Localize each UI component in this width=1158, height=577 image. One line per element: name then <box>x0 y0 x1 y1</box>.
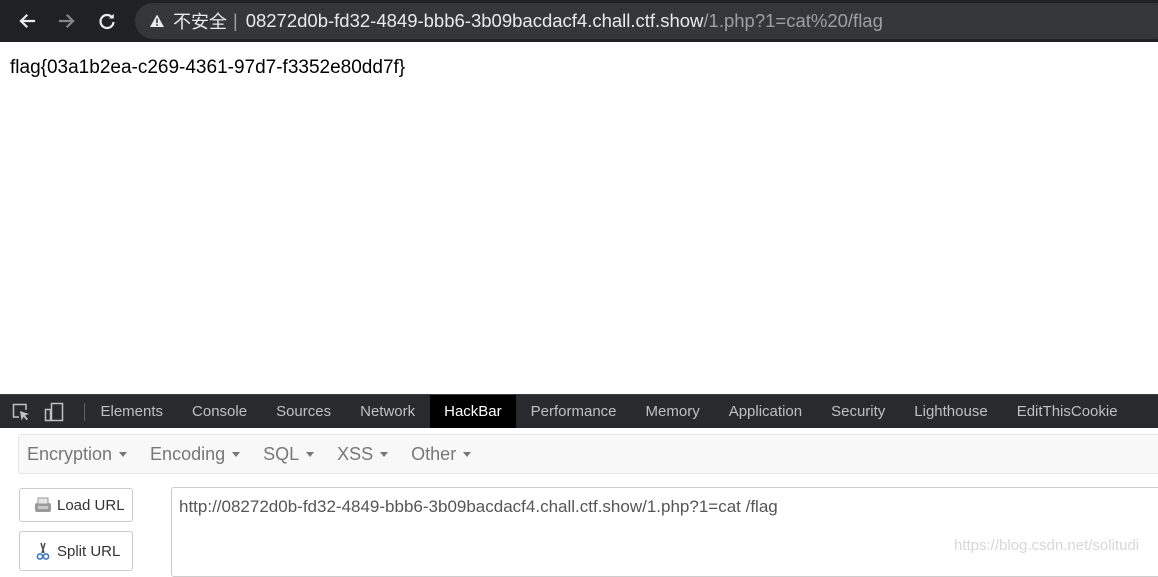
menu-encoding[interactable]: Encoding <box>142 444 252 465</box>
caret-down-icon <box>306 451 315 457</box>
hackbar-menu: Encryption Encoding SQL XSS Other <box>18 434 1158 474</box>
tab-elements[interactable]: Elements <box>86 395 178 428</box>
url-path: /1.php?1=cat%20/flag <box>703 10 883 31</box>
tab-sources[interactable]: Sources <box>262 395 346 428</box>
tab-network[interactable]: Network <box>346 395 430 428</box>
warning-icon <box>149 13 165 29</box>
tab-application[interactable]: Application <box>714 395 816 428</box>
split-url-button[interactable]: Split URL <box>19 531 133 571</box>
devtools-tabs: Elements Console Sources Network HackBar… <box>86 395 1132 428</box>
menu-sql[interactable]: SQL <box>255 444 326 465</box>
devtools-toolbar: Elements Console Sources Network HackBar… <box>0 394 1158 428</box>
address-bar[interactable]: 不安全 | 08272d0b-fd32-4849-bbb6-3b09bacdac… <box>135 3 1158 39</box>
reload-button[interactable] <box>91 5 123 37</box>
device-toolbar-button[interactable] <box>44 402 64 422</box>
menu-xss[interactable]: XSS <box>329 444 400 465</box>
tab-console[interactable]: Console <box>178 395 262 428</box>
toolbar-divider <box>84 403 85 421</box>
page-body-text: flag{03a1b2ea-c269-4361-97d7-f3352e80dd7… <box>10 57 406 78</box>
inspect-element-button[interactable] <box>11 402 31 422</box>
url-host: 08272d0b-fd32-4849-bbb6-3b09bacdacf4.cha… <box>245 10 704 31</box>
device-icon <box>44 402 64 422</box>
security-status[interactable]: 不安全 <box>173 8 227 34</box>
watermark: https://blog.csdn.net/solitudi <box>954 537 1140 554</box>
caret-down-icon <box>380 451 389 457</box>
menu-encryption[interactable]: Encryption <box>19 444 139 465</box>
back-arrow-icon <box>19 13 36 29</box>
menu-sql-label: SQL <box>263 443 300 464</box>
back-button[interactable] <box>11 5 43 37</box>
forward-arrow-icon <box>58 13 75 29</box>
caret-down-icon <box>463 451 472 457</box>
tab-security[interactable]: Security <box>817 395 900 428</box>
inspect-cursor-icon <box>12 403 29 421</box>
reload-icon <box>99 13 115 30</box>
tab-performance[interactable]: Performance <box>516 395 631 428</box>
tab-lighthouse[interactable]: Lighthouse <box>900 395 1002 428</box>
address-separator: | <box>233 10 238 31</box>
forward-button[interactable] <box>51 5 83 37</box>
menu-encryption-label: Encryption <box>27 443 113 464</box>
load-url-icon <box>33 495 53 515</box>
split-url-label: Split URL <box>57 542 121 560</box>
load-url-button[interactable]: Load URL <box>19 488 133 522</box>
menu-xss-label: XSS <box>337 443 374 464</box>
tab-memory[interactable]: Memory <box>631 395 714 428</box>
menu-other-label: Other <box>411 443 457 464</box>
tab-hackbar[interactable]: HackBar <box>429 395 517 428</box>
menu-encoding-label: Encoding <box>150 443 226 464</box>
load-url-label: Load URL <box>57 496 125 514</box>
browser-toolbar: 不安全 | 08272d0b-fd32-4849-bbb6-3b09bacdac… <box>0 0 1158 42</box>
tab-editthiscookie[interactable]: EditThisCookie <box>1002 395 1132 428</box>
caret-down-icon <box>232 451 241 457</box>
caret-down-icon <box>119 451 128 457</box>
scissors-icon <box>33 541 53 561</box>
menu-other[interactable]: Other <box>403 444 483 465</box>
